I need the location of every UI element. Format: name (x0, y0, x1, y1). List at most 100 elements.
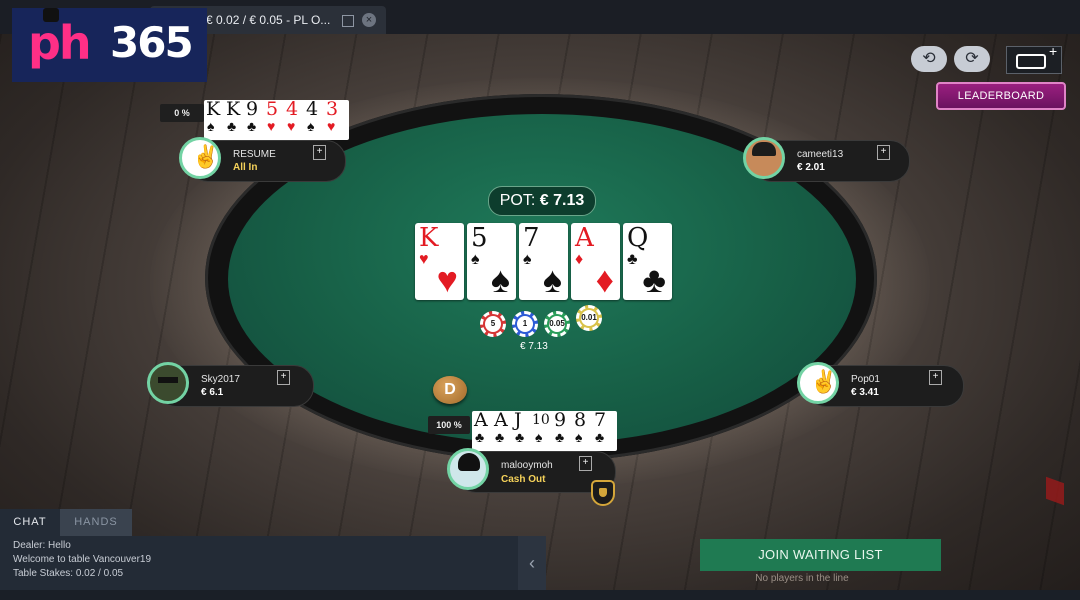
board-card: K ♥ ♥ (415, 223, 464, 300)
add-note-icon[interactable]: + (313, 145, 326, 160)
card-rank: A (494, 409, 508, 431)
card-suit-icon: ♠ (207, 118, 215, 134)
player-status: Cash Out (501, 474, 546, 485)
peace-hand-icon: ✌ (192, 144, 220, 169)
card-suit-icon: ♥ (436, 259, 458, 300)
tab-chat[interactable]: CHAT (0, 509, 60, 536)
bottom-bar (0, 590, 1080, 600)
site-logo: ph 365 (12, 8, 207, 82)
pot-label: POT: (499, 192, 536, 209)
card-suit-icon: ♥ (327, 118, 336, 134)
card-suit-icon: ♣ (595, 429, 605, 445)
table-tab-label: € 0.02 / € 0.05 - PL O... (206, 13, 331, 27)
board-card: 5 ♠ ♠ (467, 223, 516, 300)
card-suit-icon: ♠ (523, 251, 532, 268)
card-suit-icon: ♦ (595, 259, 614, 300)
keyboard-icon (1016, 54, 1046, 69)
card-rank: 5 (471, 223, 488, 253)
card-suit-icon: ♥ (267, 118, 276, 134)
card-rank: 7 (523, 223, 540, 253)
collapse-chat-button[interactable]: ‹ (518, 536, 546, 590)
chip-value: 0.05 (549, 316, 565, 332)
card-suit-icon: ♥ (287, 118, 296, 134)
hair-icon (458, 453, 480, 471)
avatar[interactable]: ✌ (797, 362, 839, 404)
card-suit-icon: ♣ (555, 429, 565, 445)
keyboard-shortcuts-button[interactable]: + (1006, 43, 1062, 74)
waiting-note: No players in the line (755, 573, 849, 584)
player-name: Sky2017 (201, 374, 240, 385)
tab-hands[interactable]: HANDS (60, 509, 132, 536)
chip-value: 0.01 (581, 310, 597, 326)
pot-display: POT: € 7.13 (488, 186, 596, 216)
close-icon[interactable]: × (362, 13, 376, 27)
chat-line: Welcome to table Vancouver19 (13, 554, 152, 565)
card-suit-icon: ♥ (419, 251, 429, 268)
avatar[interactable] (743, 137, 785, 179)
card-rank: A (575, 223, 594, 253)
player-stack: € 2.01 (797, 162, 825, 173)
card-suit-icon: ♣ (495, 429, 505, 445)
hair-icon (752, 142, 776, 156)
chat-line: Table Stakes: 0.02 / 0.05 (13, 568, 124, 579)
add-note-icon[interactable]: + (877, 145, 890, 160)
player-status: All In (233, 162, 258, 173)
shield-icon[interactable] (591, 480, 615, 506)
card-rank: 4 (286, 98, 299, 120)
card-rank: 9 (554, 409, 567, 431)
player-stack: € 6.1 (201, 387, 224, 398)
card-rank: K (226, 98, 241, 120)
rotate-left-button[interactable]: ⟲ (911, 46, 947, 72)
card-suit-icon: ♠ (575, 429, 583, 445)
card-suit-icon: ♠ (490, 259, 510, 300)
card-suit-icon: ♣ (475, 429, 485, 445)
card-suit-icon: ♣ (515, 429, 525, 445)
card-rank: J (514, 409, 522, 431)
pot-amount: € 7.13 (539, 192, 585, 209)
card-suit-icon: ♠ (535, 429, 543, 445)
chat-line: Dealer: Hello (13, 540, 71, 551)
player-stack: € 3.41 (851, 387, 879, 398)
card-rank: 9 (246, 98, 259, 120)
chip-value: 5 (485, 316, 501, 332)
card-suit-icon: ♣ (627, 251, 638, 268)
chip-total: € 7.13 (520, 341, 548, 352)
card-rank: 10 (532, 412, 550, 428)
card-rank: 8 (574, 409, 587, 431)
join-waiting-list-button[interactable]: JOIN WAITING LIST (700, 539, 941, 571)
card-rank: 3 (326, 98, 339, 120)
peace-hand-icon: ✌ (810, 369, 838, 394)
card-rank: Q (627, 223, 649, 253)
card-suit-icon: ♦ (575, 251, 584, 268)
pot-chip: 0.01 (576, 305, 602, 331)
rotate-left-icon: ⟲ (922, 50, 936, 67)
popout-icon[interactable] (342, 15, 354, 27)
card-rank: K (419, 223, 439, 253)
ninja-mask-icon (158, 377, 178, 383)
chat-tabs: CHAT HANDS (0, 509, 132, 536)
leaderboard-button[interactable]: LEADERBOARD (936, 82, 1066, 110)
avatar[interactable] (447, 448, 489, 490)
avatar[interactable]: ✌ (179, 137, 221, 179)
add-note-icon[interactable]: + (277, 370, 290, 385)
hole-card: 3 ♥ (324, 98, 349, 140)
card-rank: 5 (266, 98, 279, 120)
player-name: RESUME (233, 149, 276, 160)
add-note-icon[interactable]: + (929, 370, 942, 385)
card-rank: A (474, 409, 488, 431)
rotate-right-button[interactable]: ⟳ (954, 46, 990, 72)
avatar[interactable] (147, 362, 189, 404)
board-card: 7 ♠ ♠ (519, 223, 568, 300)
board-card: Q ♣ ♣ (623, 223, 672, 300)
chat-panel: Dealer: Hello Welcome to table Vancouver… (0, 536, 518, 590)
equity-badge: 0 % (160, 104, 204, 122)
add-note-icon[interactable]: + (579, 456, 592, 471)
rotate-right-icon: ⟳ (965, 50, 979, 67)
plus-icon: + (1049, 43, 1058, 59)
player-name: malooymoh (501, 460, 553, 471)
logo-text-365: 365 (110, 18, 194, 67)
card-rank: K (206, 98, 221, 120)
card-suit-icon: ♣ (247, 118, 257, 134)
hole-card: 7 ♣ (592, 409, 617, 451)
card-suit-icon: ♣ (642, 259, 666, 300)
